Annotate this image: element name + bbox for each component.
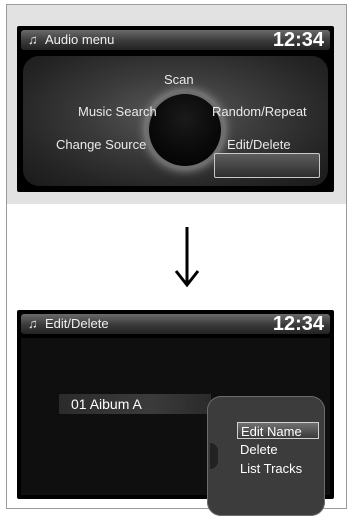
menu-stage: Scan Music Search Random/Repeat Change S… [23, 56, 328, 186]
title-bar: ♫ Audio menu 12:34 [21, 29, 330, 51]
random-repeat-button[interactable]: Random/Repeat [212, 104, 307, 120]
change-source-button[interactable]: Change Source [56, 137, 146, 153]
delete-option[interactable]: Delete [237, 441, 319, 458]
album-label: 01 Aibum A [71, 396, 142, 412]
music-search-button[interactable]: Music Search [78, 104, 157, 120]
scan-button[interactable]: Scan [164, 72, 194, 88]
album-list-item[interactable]: 01 Aibum A [59, 394, 211, 414]
music-note-icon: ♫ [28, 32, 38, 47]
edit-delete-highlight[interactable] [214, 153, 320, 178]
music-note-icon: ♫ [28, 316, 38, 331]
title-bar: ♫ Edit/Delete 12:34 [21, 313, 330, 335]
screen-title: Audio menu [45, 32, 115, 47]
figure-frame: ♫ Audio menu 12:34 Scan Music Search Ran… [6, 4, 347, 516]
edit-delete-button[interactable]: Edit/Delete [227, 137, 291, 153]
edit-delete-screen: ♫ Edit/Delete 12:34 01 Aibum A Edit Name… [17, 310, 334, 516]
clock: 12:34 [272, 313, 324, 335]
clock: 12:34 [272, 29, 324, 51]
screen-title: Edit/Delete [45, 316, 109, 331]
edit-submenu: Edit Name Delete List Tracks [207, 396, 325, 516]
list-tracks-option[interactable]: List Tracks [237, 460, 319, 477]
submenu-notch [210, 443, 218, 469]
down-arrow-icon [172, 223, 202, 293]
audio-menu-screen: ♫ Audio menu 12:34 Scan Music Search Ran… [17, 26, 334, 192]
edit-name-option[interactable]: Edit Name [237, 422, 319, 439]
edit-stage: 01 Aibum A Edit Name Delete List Tracks [21, 338, 330, 516]
selector-knob [149, 94, 221, 166]
